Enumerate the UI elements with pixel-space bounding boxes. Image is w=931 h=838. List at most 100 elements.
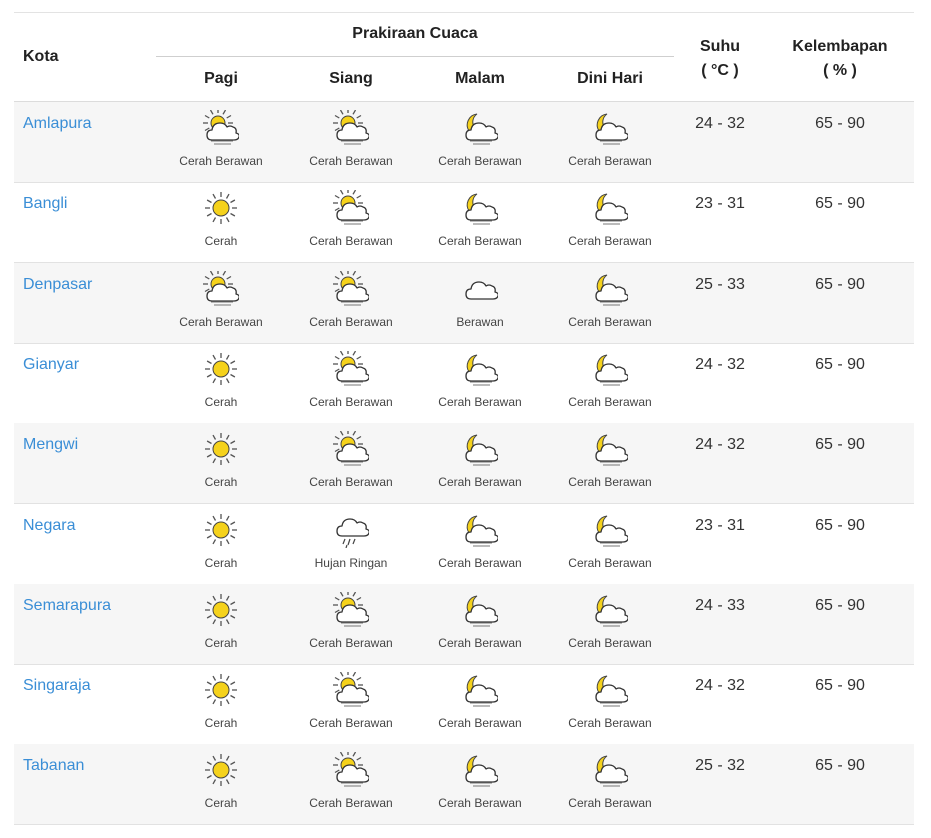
forecast-label: Cerah Berawan: [438, 635, 522, 650]
forecast-label: Cerah Berawan: [309, 716, 393, 731]
humidity-value: 65 - 90: [815, 516, 865, 534]
moon-cloud-icon: [465, 354, 498, 386]
header-suhu-unit: ( °C ): [701, 62, 739, 79]
forecast-label: Cerah Berawan: [568, 234, 652, 249]
forecast-label: Cerah: [204, 716, 238, 731]
forecast-cell: Cerah Berawan: [545, 672, 675, 736]
header-pagi: Pagi: [204, 70, 238, 87]
cloud-icon: [465, 280, 498, 300]
table-row: Tabanan Cerah Cerah Berawan Cerah Berawan Ce…: [14, 744, 914, 826]
sun-cloud-icon: [333, 190, 369, 225]
moon-cloud-icon: [465, 515, 498, 546]
sun-cloud-icon: [333, 110, 369, 145]
forecast-cell: Cerah Berawan: [286, 431, 416, 495]
forecast-label: Cerah: [204, 635, 238, 650]
forecast-cell: Cerah: [156, 672, 286, 736]
moon-cloud-icon: [465, 755, 498, 787]
city-link[interactable]: Mengwi: [23, 436, 78, 454]
humidity-value: 65 - 90: [815, 757, 865, 775]
forecast-label: Cerah: [204, 475, 238, 490]
moon-cloud-icon: [595, 274, 628, 306]
forecast-label: Cerah Berawan: [568, 154, 652, 168]
forecast-cell: Hujan Ringan: [286, 512, 416, 576]
sun-icon: [205, 352, 237, 385]
temperature-value: 25 - 32: [695, 757, 745, 775]
forecast-label: Cerah: [204, 234, 238, 249]
forecast-cell: Cerah Berawan: [415, 110, 545, 174]
forecast-cell: Berawan: [415, 271, 545, 335]
city-link[interactable]: Tabanan: [23, 757, 84, 775]
humidity-value: 65 - 90: [815, 596, 865, 614]
city-link[interactable]: Gianyar: [23, 356, 79, 374]
header-siang: Siang: [329, 70, 373, 87]
table-row: Amlapura Cerah Berawan Cerah Berawan Cerah …: [14, 102, 914, 183]
forecast-cell: Cerah Berawan: [415, 752, 545, 816]
humidity-value: 65 - 90: [815, 195, 865, 213]
forecast-label: Cerah: [204, 394, 238, 409]
moon-cloud-icon: [595, 675, 628, 707]
forecast-label: Cerah Berawan: [438, 154, 522, 168]
city-link[interactable]: Denpasar: [23, 276, 92, 294]
humidity-value: 65 - 90: [815, 275, 865, 293]
forecast-cell: Cerah Berawan: [286, 752, 416, 816]
forecast-cell: Cerah Berawan: [415, 512, 545, 576]
forecast-label: Cerah Berawan: [438, 716, 522, 731]
table-row: Gianyar Cerah Cerah Berawan Cerah Berawan Ce…: [14, 343, 914, 424]
moon-cloud-icon: [465, 434, 498, 466]
sun-cloud-icon: [333, 431, 369, 466]
sun-cloud-icon: [203, 110, 239, 145]
temperature-value: 24 - 33: [695, 596, 745, 614]
forecast-cell: Cerah: [156, 752, 286, 816]
sun-icon: [205, 674, 237, 707]
forecast-label: Cerah Berawan: [568, 635, 652, 650]
city-link[interactable]: Bangli: [23, 195, 67, 213]
city-link[interactable]: Singaraja: [23, 677, 91, 695]
forecast-label: Cerah Berawan: [568, 555, 652, 570]
forecast-label: Cerah Berawan: [309, 394, 393, 409]
forecast-label: Cerah Berawan: [568, 394, 652, 409]
city-link[interactable]: Semarapura: [23, 597, 111, 615]
forecast-label: Cerah Berawan: [309, 475, 393, 490]
sun-icon: [205, 754, 237, 787]
moon-cloud-icon: [595, 354, 628, 386]
city-link[interactable]: Amlapura: [23, 115, 91, 133]
rain-cloud-icon: [336, 517, 369, 548]
sun-icon: [205, 593, 237, 626]
table-row: Bangli Cerah Cerah Berawan Cerah Berawan Cer…: [14, 182, 914, 264]
forecast-cell: Cerah Berawan: [545, 592, 675, 656]
sun-cloud-icon: [333, 591, 369, 627]
sun-cloud-icon: [333, 270, 369, 306]
forecast-cell: Cerah Berawan: [286, 270, 416, 335]
moon-cloud-icon: [465, 113, 498, 145]
forecast-cell: Cerah Berawan: [545, 351, 675, 415]
forecast-cell: Cerah: [156, 190, 286, 254]
forecast-label: Cerah Berawan: [438, 796, 522, 811]
sun-cloud-icon: [333, 752, 369, 787]
header-kelembapan: Kelembapan ( % ): [780, 35, 900, 83]
humidity-value: 65 - 90: [815, 355, 865, 373]
forecast-cell: Cerah: [156, 431, 286, 495]
forecast-label: Cerah Berawan: [568, 716, 652, 731]
forecast-label: Cerah Berawan: [438, 475, 522, 490]
temperature-value: 25 - 33: [695, 275, 745, 293]
forecast-cell: Cerah Berawan: [156, 270, 286, 335]
forecast-label: Cerah Berawan: [568, 314, 652, 329]
city-link[interactable]: Negara: [23, 517, 75, 535]
forecast-cell: Cerah Berawan: [545, 752, 675, 816]
moon-cloud-icon: [465, 595, 498, 627]
forecast-cell: Cerah: [156, 351, 286, 415]
moon-cloud-icon: [465, 675, 498, 707]
forecast-label: Hujan Ringan: [314, 555, 388, 570]
header-kelembapan-label: Kelembapan: [792, 38, 888, 55]
temperature-value: 24 - 32: [695, 436, 745, 454]
forecast-cell: Cerah Berawan: [286, 350, 416, 415]
moon-cloud-icon: [595, 755, 628, 787]
header-kelembapan-unit: ( % ): [823, 62, 857, 79]
sun-icon: [205, 513, 237, 546]
forecast-label: Cerah Berawan: [179, 154, 263, 168]
forecast-label: Cerah: [204, 555, 238, 570]
forecast-cell: Cerah Berawan: [156, 110, 286, 174]
sun-cloud-icon: [333, 672, 369, 707]
forecast-cell: Cerah Berawan: [415, 190, 545, 254]
forecast-cell: Cerah: [156, 592, 286, 656]
